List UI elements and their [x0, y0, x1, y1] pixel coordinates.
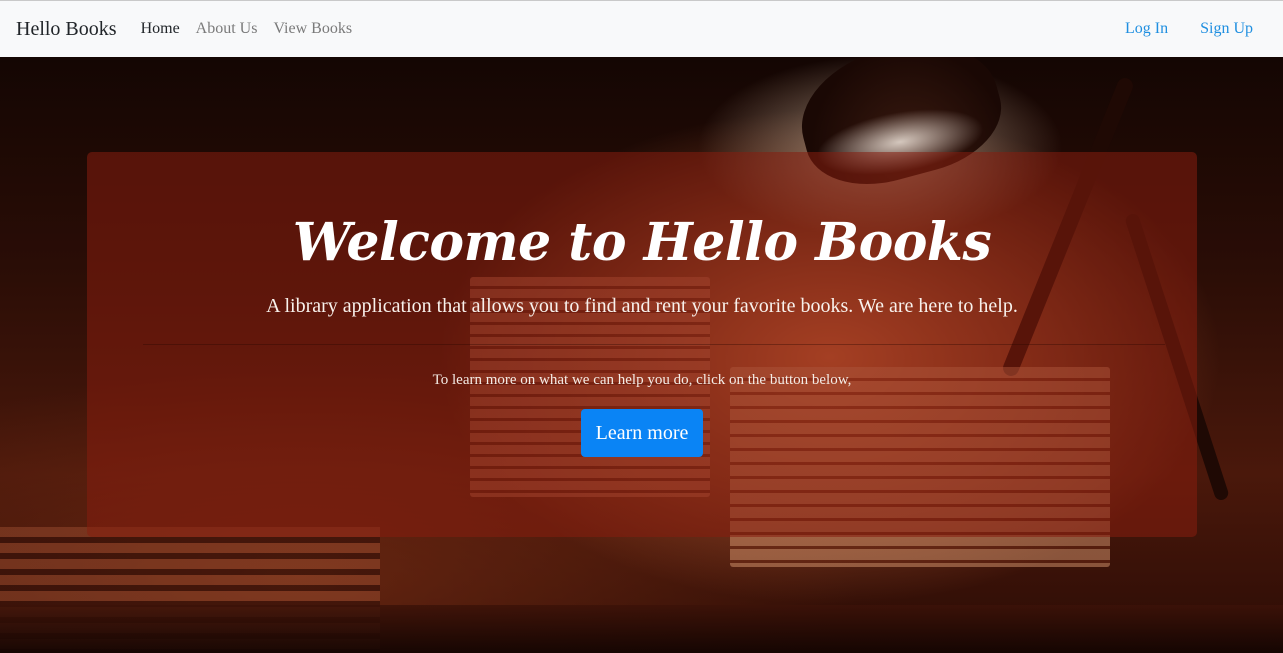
nav-link-about-us[interactable]: About Us — [196, 20, 258, 38]
login-link[interactable]: Log In — [1125, 20, 1168, 38]
nav-link-home[interactable]: Home — [141, 20, 180, 38]
hero-title: Welcome to Hello Books — [292, 212, 992, 273]
auth-links: Log In Sign Up — [1125, 20, 1267, 38]
signup-link[interactable]: Sign Up — [1200, 20, 1253, 38]
navbar: Hello Books Home About Us View Books Log… — [0, 0, 1283, 57]
brand-link[interactable]: Hello Books — [16, 18, 117, 41]
nav-link-view-books[interactable]: View Books — [273, 20, 352, 38]
nav-links: Home About Us View Books — [141, 20, 352, 38]
shelf-decoration — [0, 605, 1283, 653]
hero-text: To learn more on what we can help you do… — [432, 372, 852, 388]
hero-lead: A library application that allows you to… — [266, 295, 1018, 317]
hero-divider — [143, 344, 1165, 345]
learn-more-button[interactable]: Learn more — [581, 409, 703, 457]
jumbotron: Welcome to Hello Books A library applica… — [87, 152, 1197, 537]
hero-background: Welcome to Hello Books A library applica… — [0, 57, 1283, 653]
